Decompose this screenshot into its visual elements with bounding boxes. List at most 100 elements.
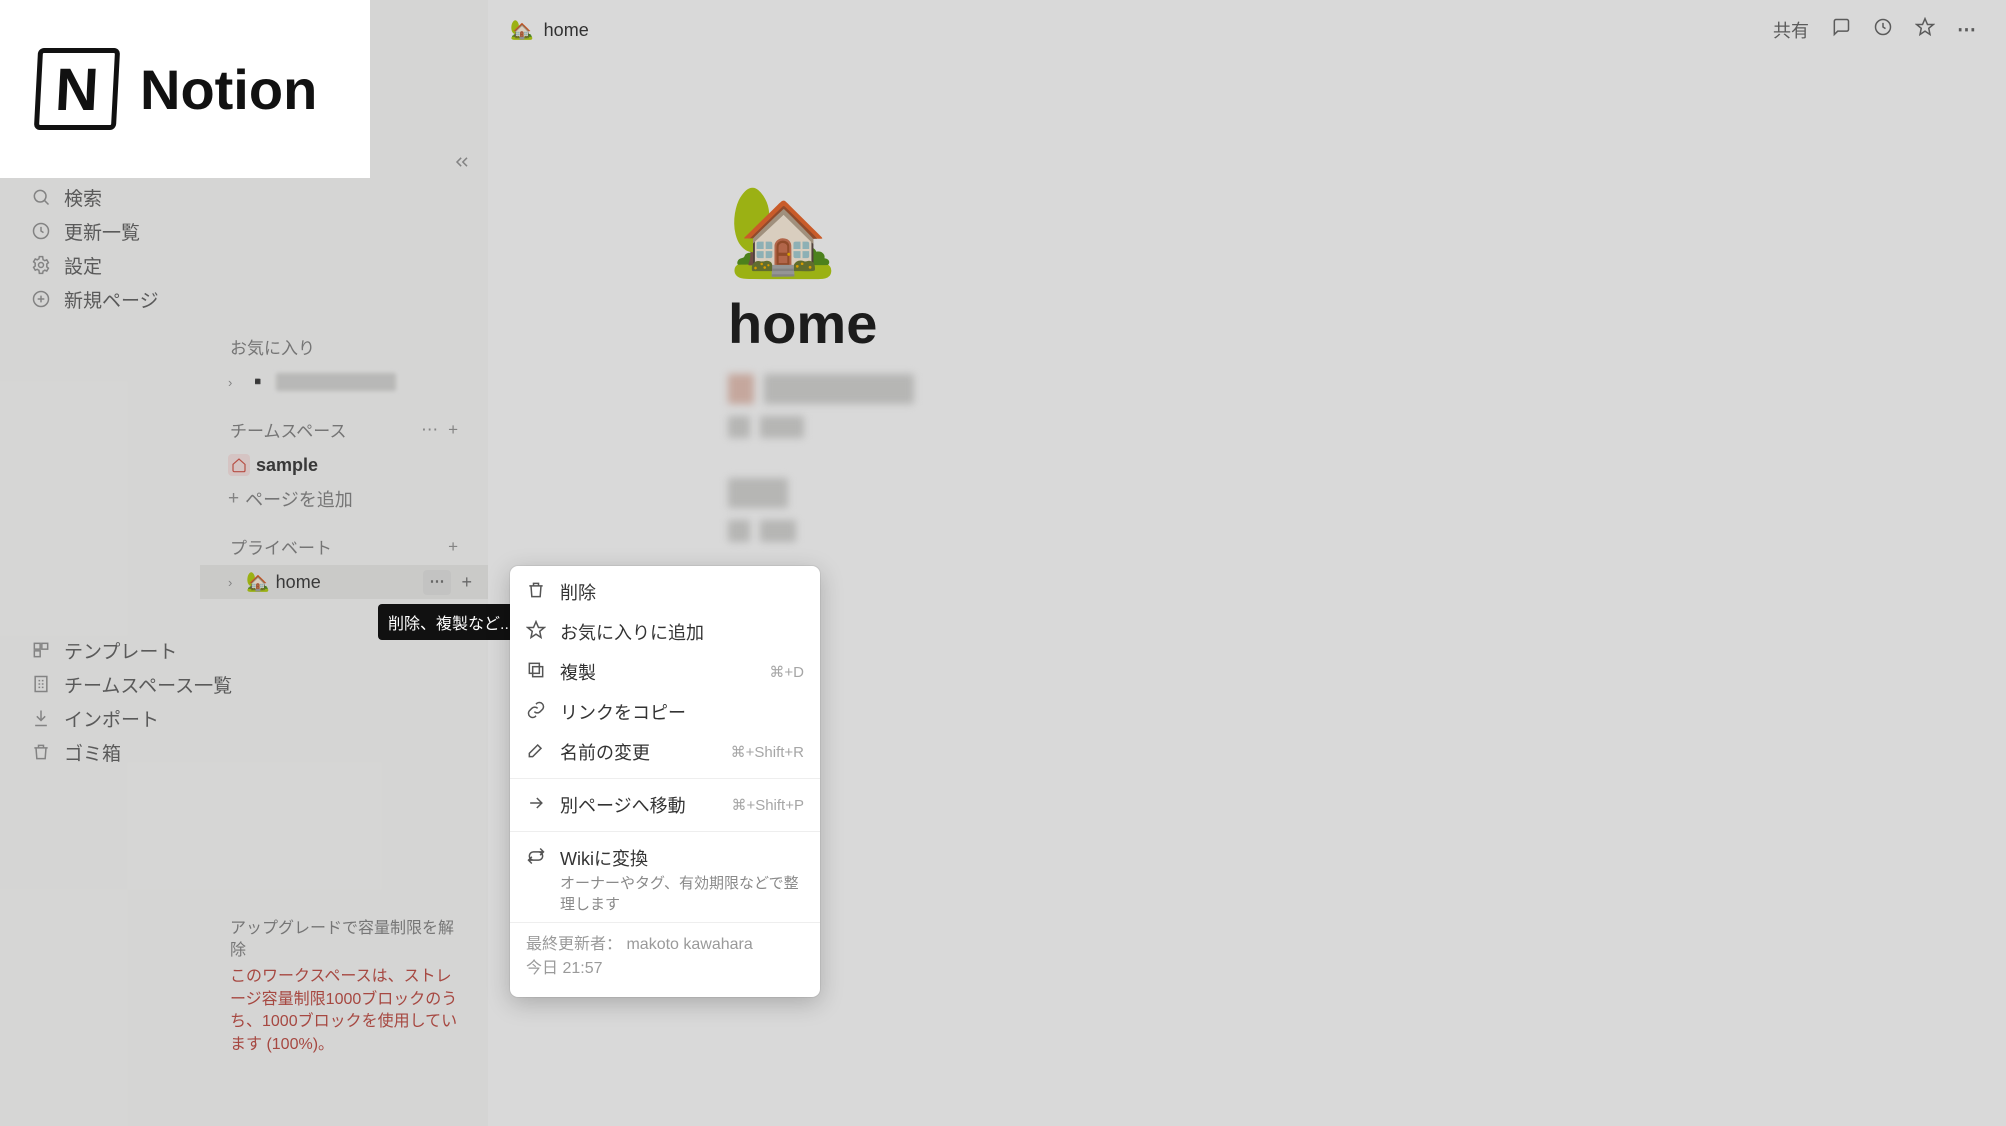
teamspaces-header-label: チームスペース: [230, 417, 346, 442]
menu-move-shortcut: ⌘+Shift+P: [731, 796, 804, 814]
page-icon: ▪️: [246, 370, 270, 394]
sidebar-import[interactable]: インポート: [0, 701, 488, 735]
menu-duplicate-label: 複製: [560, 659, 755, 685]
page-emoji[interactable]: 🏡: [728, 180, 1628, 283]
private-home-row[interactable]: › 🏡 home ⋯ +: [200, 565, 488, 599]
menu-rename-shortcut: ⌘+Shift+R: [731, 743, 804, 761]
sidebar-new-page-label: 新規ページ: [64, 286, 159, 313]
download-icon: [30, 708, 52, 728]
menu-rename-label: 名前の変更: [560, 739, 717, 765]
teamspace-add-page[interactable]: + ページを追加: [200, 482, 488, 516]
plus-icon[interactable]: +: [448, 420, 458, 440]
menu-footer-by-value: makoto kawahara: [626, 936, 752, 953]
page-emoji-icon: 🏡: [246, 570, 270, 594]
search-icon: [30, 187, 52, 207]
menu-wiki-label: Wikiに変換: [560, 845, 804, 871]
menu-footer-time: 今日 21:57: [526, 960, 603, 977]
teamspaces-header[interactable]: チームスペース ⋯ +: [200, 399, 488, 448]
tooltip: 削除、複製など...: [378, 604, 523, 640]
favorite-item[interactable]: › ▪️: [200, 365, 488, 399]
menu-copy-link-label: リンクをコピー: [560, 699, 804, 725]
redacted-label: [276, 373, 396, 391]
context-menu: 削除 お気に入りに追加 複製 ⌘+D リンクをコピー 名前の変更 ⌘+Shift…: [510, 566, 820, 997]
edit-icon: [526, 740, 546, 765]
more-icon[interactable]: ⋯: [1957, 19, 1978, 42]
menu-duplicate[interactable]: 複製 ⌘+D: [510, 652, 820, 692]
teamspace-sample[interactable]: sample: [200, 448, 488, 482]
copy-icon: [526, 660, 546, 685]
page-title[interactable]: home: [728, 291, 1628, 356]
sidebar-settings-label: 設定: [64, 252, 102, 279]
sidebar-trash[interactable]: ゴミ箱: [0, 735, 488, 769]
comments-icon[interactable]: [1831, 17, 1851, 43]
menu-delete[interactable]: 削除: [510, 572, 820, 612]
notion-logo-icon: N: [34, 48, 120, 130]
upgrade-title: アップグレードで容量制限を解除: [230, 918, 458, 963]
menu-copy-link[interactable]: リンクをコピー: [510, 692, 820, 732]
page-more-button[interactable]: ⋯: [423, 570, 451, 595]
menu-move-label: 別ページへ移動: [560, 792, 717, 818]
trash-icon: [30, 742, 52, 762]
plus-icon[interactable]: +: [448, 537, 458, 557]
page-body: 🏡 home: [728, 50, 1628, 646]
favorites-header[interactable]: お気に入り: [200, 316, 488, 365]
link-icon: [526, 700, 546, 725]
star-icon: [526, 620, 546, 645]
sidebar-settings[interactable]: 設定: [0, 248, 488, 282]
sidebar-teamspace-list-label: チームスペース一覧: [64, 671, 232, 698]
sidebar-search[interactable]: 検索: [0, 180, 488, 214]
history-icon[interactable]: [1873, 17, 1893, 43]
menu-delete-label: 削除: [560, 579, 804, 605]
teamspace-sample-label: sample: [256, 455, 318, 476]
menu-separator: [510, 778, 820, 779]
notion-logo-text: Notion: [140, 57, 317, 122]
breadcrumb-emoji: 🏡: [510, 18, 534, 42]
sidebar-new-page[interactable]: 新規ページ: [0, 282, 488, 316]
topbar: 🏡 home 共有 ⋯: [488, 0, 2006, 50]
convert-icon: [526, 846, 546, 871]
arrow-right-icon: [526, 793, 546, 818]
more-icon[interactable]: ⋯: [421, 420, 438, 440]
notion-logo: N Notion: [0, 0, 370, 178]
page-add-child-button[interactable]: +: [455, 570, 478, 595]
trash-icon: [526, 580, 546, 605]
sidebar-updates-label: 更新一覧: [64, 218, 140, 245]
private-header-label: プライベート: [230, 534, 332, 559]
chevron-double-left-icon: [452, 152, 472, 172]
star-icon[interactable]: [1915, 17, 1935, 43]
favorites-header-label: お気に入り: [230, 334, 315, 359]
sidebar-import-label: インポート: [64, 705, 159, 732]
menu-duplicate-shortcut: ⌘+D: [769, 663, 804, 681]
sidebar-search-label: 検索: [64, 184, 102, 211]
plus-circle-icon: [30, 289, 52, 309]
private-home-label: home: [276, 572, 321, 593]
chevron-right-icon: ›: [228, 375, 240, 390]
sidebar-teamspace-list[interactable]: チームスペース一覧: [0, 667, 488, 701]
sidebar-templates-label: テンプレート: [64, 637, 177, 664]
tooltip-text: 削除、複製など...: [388, 616, 513, 633]
teamspace-add-page-label: ページを追加: [245, 486, 353, 512]
chevron-right-icon: ›: [228, 575, 240, 590]
upgrade-message: このワークスペースは、ストレージ容量制限1000ブロックのうち、1000ブロック…: [230, 966, 458, 1056]
menu-rename[interactable]: 名前の変更 ⌘+Shift+R: [510, 732, 820, 772]
plus-icon: +: [228, 488, 239, 510]
sidebar-updates[interactable]: 更新一覧: [0, 214, 488, 248]
sidebar-trash-label: ゴミ箱: [64, 739, 121, 766]
collapse-sidebar-button[interactable]: [452, 152, 472, 178]
menu-favorite[interactable]: お気に入りに追加: [510, 612, 820, 652]
menu-wiki[interactable]: Wikiに変換: [510, 838, 820, 873]
menu-footer-by-label: 最終更新者：: [526, 936, 622, 953]
template-icon: [30, 640, 52, 660]
menu-separator: [510, 831, 820, 832]
gear-icon: [30, 255, 52, 275]
home-icon: [228, 454, 250, 476]
breadcrumb-title[interactable]: home: [544, 20, 589, 41]
menu-wiki-sub: オーナーやタグ、有効期限などで整理します: [510, 873, 820, 922]
upgrade-banner[interactable]: アップグレードで容量制限を解除 このワークスペースは、ストレージ容量制限1000…: [200, 918, 488, 1126]
menu-move[interactable]: 別ページへ移動 ⌘+Shift+P: [510, 785, 820, 825]
menu-footer: 最終更新者： makoto kawahara 今日 21:57: [510, 922, 820, 991]
share-button[interactable]: 共有: [1773, 17, 1809, 43]
private-header[interactable]: プライベート +: [200, 516, 488, 565]
clock-icon: [30, 221, 52, 241]
page-content: [728, 374, 1628, 646]
